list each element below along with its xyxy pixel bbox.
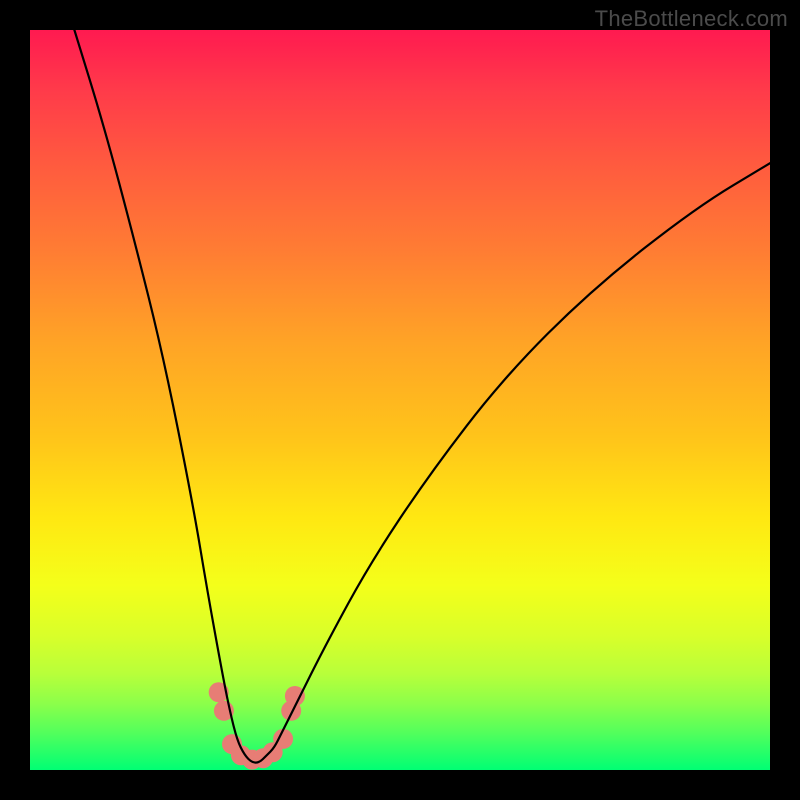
watermark-text: TheBottleneck.com bbox=[595, 6, 788, 32]
plot-area bbox=[30, 30, 770, 770]
chart-frame: TheBottleneck.com bbox=[0, 0, 800, 800]
curve-layer bbox=[30, 30, 770, 770]
highlight-dot bbox=[285, 686, 305, 706]
highlight-dots bbox=[209, 682, 305, 769]
bottleneck-curve bbox=[74, 30, 770, 763]
